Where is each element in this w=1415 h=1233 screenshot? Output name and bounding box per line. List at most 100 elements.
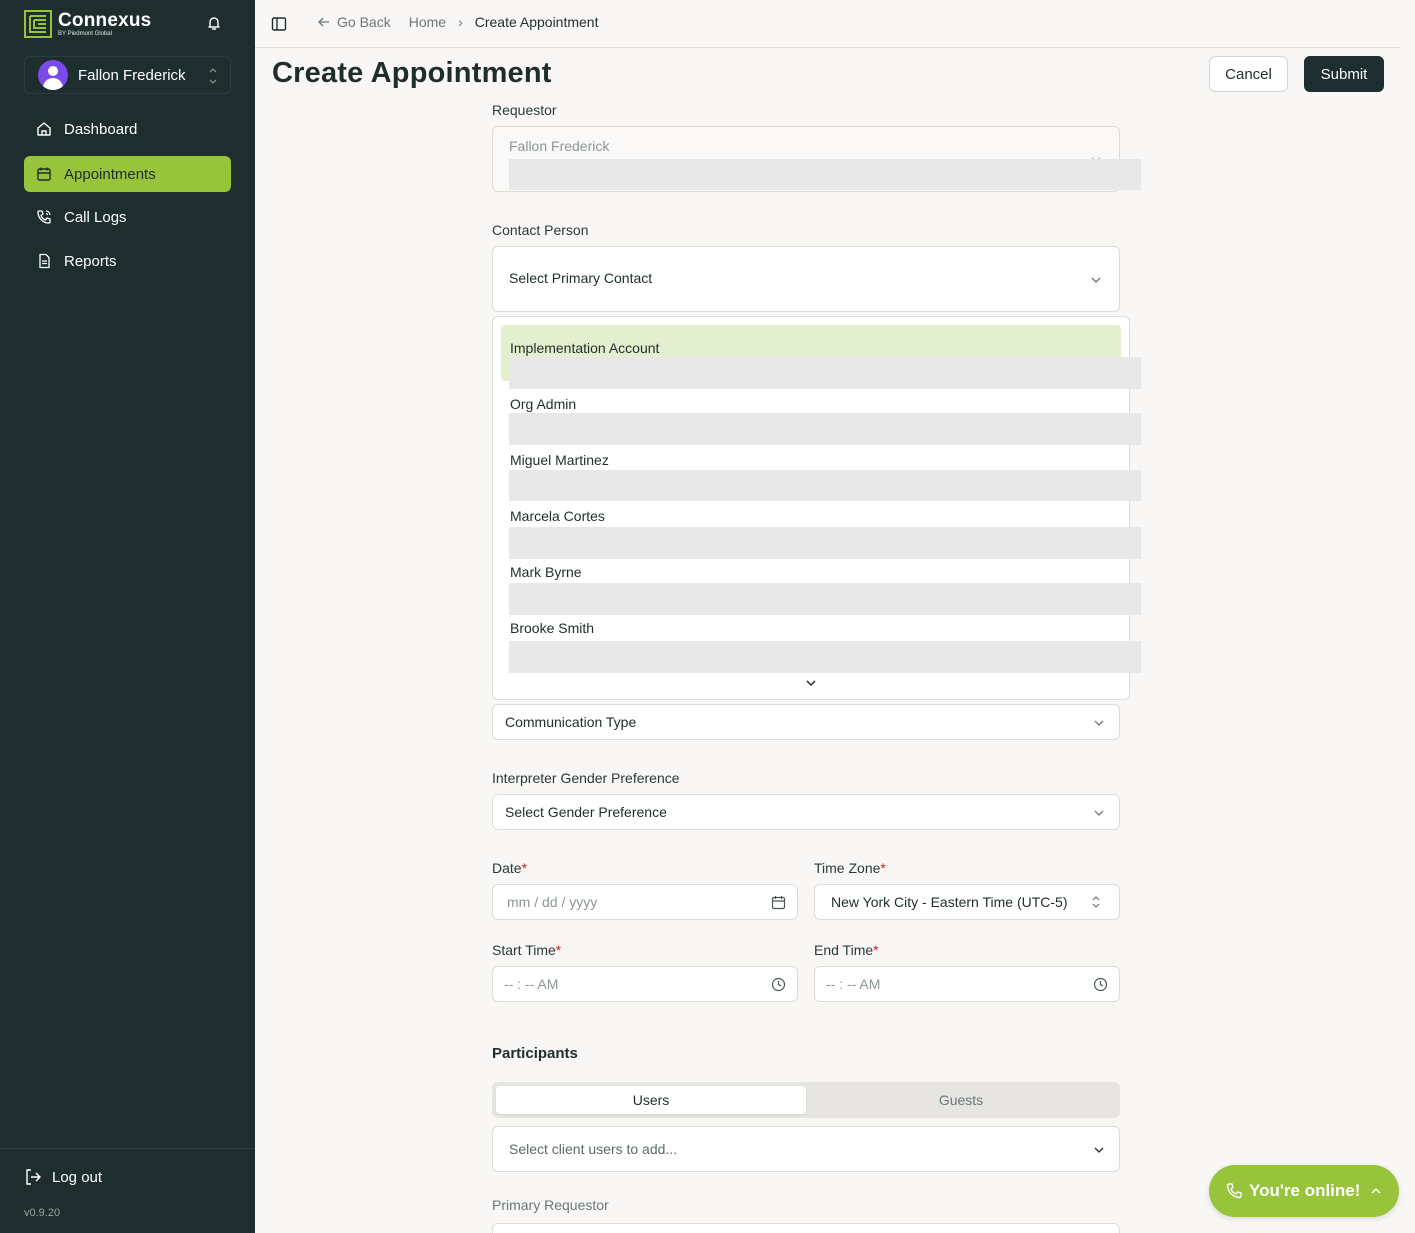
breadcrumb-home[interactable]: Home bbox=[409, 14, 446, 30]
requestor-label: Requestor bbox=[492, 102, 557, 118]
brand[interactable]: Connexus BY Piedmont Global bbox=[24, 10, 151, 38]
logout-button[interactable]: Log out bbox=[24, 1168, 102, 1186]
option-label: Marcela Cortes bbox=[510, 508, 605, 524]
chevron-down-icon bbox=[1094, 1147, 1104, 1153]
communication-type-placeholder: Communication Type bbox=[505, 714, 637, 730]
online-status-label: You're online! bbox=[1249, 1181, 1361, 1200]
online-status-button[interactable]: You're online! bbox=[1209, 1165, 1399, 1217]
start-time-label: Start Time* bbox=[492, 942, 561, 958]
contact-person-placeholder: Select Primary Contact bbox=[509, 270, 653, 286]
timezone-value: New York City - Eastern Time (UTC-5) bbox=[831, 894, 1068, 910]
sidebar-item-dashboard[interactable]: Dashboard bbox=[24, 111, 231, 147]
sidebar-item-label: Reports bbox=[64, 252, 117, 270]
topbar: Go Back Home › Create Appointment bbox=[255, 0, 1400, 48]
arrow-left-icon bbox=[318, 17, 329, 27]
redacted-bar bbox=[509, 159, 1141, 190]
contact-person-label: Contact Person bbox=[492, 222, 589, 238]
chevron-right-icon: › bbox=[458, 14, 463, 30]
required-mark: * bbox=[521, 860, 528, 876]
communication-type-select[interactable]: Communication Type bbox=[492, 704, 1120, 740]
breadcrumb: Go Back Home › Create Appointment bbox=[317, 14, 598, 30]
sidebar-item-reports[interactable]: Reports bbox=[24, 243, 231, 279]
gender-preference-select[interactable]: Select Gender Preference bbox=[492, 794, 1120, 830]
tab-guests[interactable]: Guests bbox=[806, 1086, 1116, 1114]
redacted-bar bbox=[509, 357, 1141, 389]
cancel-button[interactable]: Cancel bbox=[1209, 56, 1288, 92]
clock-icon[interactable] bbox=[771, 977, 786, 992]
start-time-label-text: Start Time bbox=[492, 942, 556, 958]
end-time-label-text: End Time bbox=[814, 942, 874, 958]
redacted-bar bbox=[509, 413, 1141, 445]
end-time-label: End Time* bbox=[814, 942, 879, 958]
primary-requestor-label: Primary Requestor bbox=[492, 1197, 609, 1213]
chevron-down-icon bbox=[1094, 810, 1104, 816]
required-mark: * bbox=[880, 860, 886, 876]
date-input[interactable]: mm / dd / yyyy bbox=[492, 884, 798, 920]
brand-name: Connexus bbox=[58, 9, 152, 31]
sidebar-toggle-icon[interactable] bbox=[271, 16, 287, 32]
submit-button[interactable]: Submit bbox=[1304, 56, 1384, 92]
bell-icon[interactable] bbox=[206, 15, 222, 31]
home-icon bbox=[37, 122, 51, 136]
option-label: Brooke Smith bbox=[510, 620, 595, 636]
primary-requestor-field[interactable] bbox=[492, 1223, 1120, 1233]
date-label-text: Date bbox=[492, 860, 522, 876]
phone-call-icon bbox=[37, 210, 51, 224]
sidebar-item-call-logs[interactable]: Call Logs bbox=[24, 199, 231, 235]
gender-preference-label: Interpreter Gender Preference bbox=[492, 770, 680, 786]
breadcrumb-current: Create Appointment bbox=[474, 14, 599, 30]
user-switcher[interactable]: Fallon Frederick bbox=[24, 56, 231, 94]
timezone-select[interactable]: New York City - Eastern Time (UTC-5) bbox=[814, 884, 1120, 920]
sidebar-item-appointments[interactable]: Appointments bbox=[24, 156, 231, 192]
sidebar-item-label: Call Logs bbox=[64, 208, 127, 226]
required-mark: * bbox=[555, 942, 562, 958]
brand-subtitle: BY Piedmont Global bbox=[58, 30, 112, 37]
option-label: Implementation Account bbox=[510, 340, 660, 356]
tab-users[interactable]: Users bbox=[496, 1086, 806, 1114]
date-placeholder: mm / dd / yyyy bbox=[507, 894, 598, 910]
chevron-down-icon bbox=[1094, 720, 1104, 726]
avatar bbox=[38, 60, 68, 90]
gender-preference-placeholder: Select Gender Preference bbox=[505, 804, 667, 820]
redacted-bar bbox=[509, 527, 1141, 559]
timezone-label: Time Zone* bbox=[814, 860, 886, 876]
document-icon bbox=[39, 253, 50, 269]
sidebar-item-label: Dashboard bbox=[64, 120, 138, 138]
timezone-label-text: Time Zone bbox=[814, 860, 881, 876]
chevron-up-down-icon bbox=[209, 68, 217, 84]
redacted-bar bbox=[509, 583, 1141, 615]
sidebar: Connexus BY Piedmont Global Fallon Frede… bbox=[0, 0, 255, 1233]
contact-person-select[interactable]: Select Primary Contact bbox=[492, 246, 1120, 312]
page-title: Create Appointment bbox=[272, 57, 552, 89]
start-time-placeholder: -- : -- AM bbox=[504, 976, 559, 992]
redacted-bar bbox=[509, 641, 1141, 673]
connexus-logo-icon bbox=[24, 10, 52, 38]
end-time-input[interactable]: -- : -- AM bbox=[814, 966, 1120, 1002]
sidebar-item-label: Appointments bbox=[64, 165, 156, 183]
option-label: Miguel Martinez bbox=[510, 452, 609, 468]
client-users-select[interactable]: Select client users to add... bbox=[492, 1126, 1120, 1172]
requestor-value: Fallon Frederick bbox=[509, 138, 610, 154]
phone-icon bbox=[1226, 1183, 1242, 1199]
clock-icon[interactable] bbox=[1093, 977, 1108, 992]
calendar-icon[interactable] bbox=[771, 895, 786, 910]
chevron-up-icon bbox=[1371, 1187, 1381, 1194]
chevron-up-down-icon bbox=[1092, 896, 1100, 908]
logout-label: Log out bbox=[52, 1168, 103, 1186]
logout-icon bbox=[26, 1169, 41, 1185]
version-label: v0.9.20 bbox=[24, 1207, 61, 1219]
option-label: Org Admin bbox=[510, 396, 577, 412]
participants-heading: Participants bbox=[492, 1045, 578, 1062]
redacted-bar bbox=[509, 470, 1141, 501]
divider bbox=[0, 1148, 255, 1149]
required-mark: * bbox=[873, 942, 879, 958]
go-back-link[interactable]: Go Back bbox=[337, 14, 391, 30]
start-time-input[interactable]: -- : -- AM bbox=[492, 966, 798, 1002]
scroll-down-icon[interactable] bbox=[804, 676, 818, 690]
user-name: Fallon Frederick bbox=[78, 66, 186, 84]
client-users-placeholder: Select client users to add... bbox=[509, 1141, 678, 1157]
end-time-placeholder: -- : -- AM bbox=[826, 976, 881, 992]
option-label: Mark Byrne bbox=[510, 564, 582, 580]
participants-tabs: Users Guests bbox=[492, 1082, 1120, 1118]
calendar-icon bbox=[37, 167, 51, 181]
